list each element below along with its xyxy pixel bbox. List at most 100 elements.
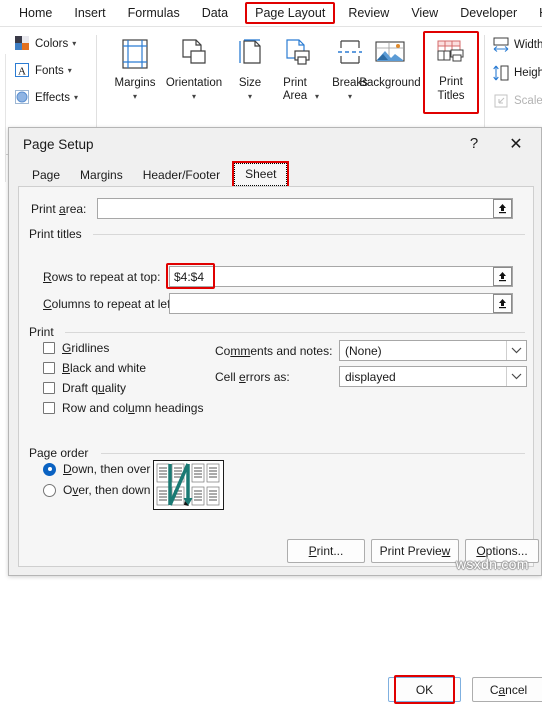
ribbon-tab-insert[interactable]: Insert: [65, 3, 114, 23]
rows-to-repeat-input[interactable]: $4:$4: [169, 266, 513, 287]
chevron-down-icon[interactable]: [506, 367, 526, 386]
ribbon-button-orientation[interactable]: Orientation ▾: [158, 37, 230, 103]
label-post: ality: [104, 381, 127, 395]
label-key: G: [62, 341, 72, 355]
ribbon-button-colors[interactable]: Colors ▾: [14, 35, 76, 52]
dialog-tab-page[interactable]: Page: [22, 165, 70, 186]
label-post: lack and white: [70, 361, 147, 375]
label-key: a: [498, 682, 506, 697]
checkbox-box[interactable]: [43, 362, 55, 374]
label-post: own, then over: [71, 462, 151, 476]
checkbox-black-and-white[interactable]: Black and white: [43, 361, 146, 375]
label-post: mn headings: [134, 401, 204, 415]
label-post: ptions...: [485, 544, 528, 558]
checkbox-box[interactable]: [43, 402, 55, 414]
ribbon-button-height[interactable]: Height: [492, 64, 542, 82]
ribbon-tab-view[interactable]: View: [402, 3, 447, 23]
ribbon-tab-home[interactable]: Home: [10, 3, 61, 23]
ribbon-button-print-titles[interactable]: Print Titles: [428, 39, 474, 103]
ribbon-tab-developer[interactable]: Developer: [451, 3, 526, 23]
ok-button[interactable]: OK: [388, 677, 461, 702]
print-area-collapse-button[interactable]: [493, 199, 512, 218]
svg-text:A: A: [18, 66, 26, 78]
width-icon: [492, 36, 510, 54]
rows-to-repeat-collapse-button[interactable]: [493, 267, 512, 286]
chevron-down-icon[interactable]: ▾: [324, 90, 376, 103]
ribbon-tab-help[interactable]: Hel: [530, 3, 542, 23]
ribbon-button-margins-label: Margins: [114, 77, 156, 89]
chevron-down-icon[interactable]: ▾: [105, 90, 165, 103]
options-button[interactable]: Options...: [465, 539, 539, 563]
ribbon-button-background-label: Background: [359, 77, 421, 89]
radio-button[interactable]: [43, 483, 56, 497]
ribbon-tab-formulas[interactable]: Formulas: [119, 3, 189, 23]
dialog-titlebar[interactable]: Page Setup: [9, 128, 541, 161]
label-key: u: [98, 381, 105, 395]
radio-over-then-down[interactable]: Over, then down: [43, 483, 150, 497]
comments-and-notes-select[interactable]: (None): [339, 340, 527, 361]
ribbon-button-size-label: Size: [238, 77, 262, 89]
label-pre: Row and col: [62, 401, 129, 415]
dialog-tab-margins[interactable]: Margins: [70, 165, 133, 186]
close-icon[interactable]: ✕: [505, 134, 527, 154]
columns-to-repeat-collapse-button[interactable]: [493, 294, 512, 313]
print-titles-group-title: Print titles: [29, 227, 88, 241]
checkbox-box[interactable]: [43, 342, 55, 354]
print-area-label-post: rea:: [65, 202, 87, 216]
comments-and-notes-value: (None): [345, 343, 382, 358]
label-key: O: [476, 544, 486, 558]
print-button[interactable]: Print...: [287, 539, 365, 563]
chevron-down-icon[interactable]: ▾: [74, 93, 78, 102]
ribbon-tab-review[interactable]: Review: [339, 3, 398, 23]
dialog-tabstrip: Page Margins Header/Footer Sheet: [9, 161, 541, 188]
label-post: rint...: [316, 544, 344, 558]
print-area-input[interactable]: [97, 198, 513, 219]
chevron-down-icon[interactable]: ▾: [226, 90, 274, 103]
columns-to-repeat-input[interactable]: [169, 293, 513, 314]
rows-to-repeat-label-post: ows to repeat at top:: [51, 270, 161, 284]
print-titles-icon: [428, 39, 474, 73]
print-area-label-pre: Print: [31, 202, 60, 216]
chevron-down-icon[interactable]: ▾: [68, 66, 72, 75]
radio-down-then-over[interactable]: Down, then over: [43, 462, 150, 476]
checkbox-draft-quality-label: Draft quality: [62, 381, 126, 395]
ribbon-button-scale-label: Scale: [514, 95, 542, 107]
checkbox-row-and-column-headings[interactable]: Row and column headings: [43, 401, 203, 415]
checkbox-black-and-white-label: Black and white: [62, 361, 146, 375]
checkbox-gridlines-label: Gridlines: [62, 341, 109, 355]
chevron-down-icon[interactable]: ▾: [315, 92, 319, 101]
ribbon-tab-page-layout[interactable]: Page Layout: [245, 2, 336, 24]
ribbon-button-orientation-label: Orientation: [165, 77, 223, 89]
ribbon-button-width-label: Width:: [514, 39, 542, 51]
help-icon[interactable]: ?: [463, 135, 485, 152]
checkbox-gridlines[interactable]: Gridlines: [43, 341, 109, 355]
cancel-button[interactable]: Cancel: [472, 677, 542, 702]
chevron-down-icon[interactable]: ▾: [158, 90, 230, 103]
label-post: ncel: [505, 682, 528, 697]
ribbon-button-margins[interactable]: Margins ▾: [105, 37, 165, 103]
checkbox-draft-quality[interactable]: Draft quality: [43, 381, 126, 395]
label-pre: Co: [215, 344, 231, 358]
group-separator: [96, 35, 97, 131]
ribbon-button-print-area[interactable]: Print Area ▾: [268, 37, 326, 103]
label-key: D: [63, 462, 72, 476]
label-key: w: [441, 544, 451, 558]
ribbon-button-effects[interactable]: Effects ▾: [14, 89, 78, 106]
ok-button-label: OK: [415, 682, 434, 697]
ribbon-button-size[interactable]: Size ▾: [226, 37, 274, 103]
dialog-title: Page Setup: [23, 137, 94, 152]
radio-button[interactable]: [43, 462, 56, 476]
chevron-down-icon[interactable]: [506, 341, 526, 360]
chevron-down-icon[interactable]: ▾: [72, 39, 76, 48]
dialog-tab-sheet[interactable]: Sheet: [232, 161, 290, 188]
ribbon-button-background[interactable]: Background: [352, 37, 428, 90]
checkbox-box[interactable]: [43, 382, 55, 394]
cell-errors-select[interactable]: displayed: [339, 366, 527, 387]
dialog-tab-header-footer[interactable]: Header/Footer: [133, 165, 230, 186]
ribbon-button-width[interactable]: Width:: [492, 36, 542, 54]
checkbox-row-and-column-headings-label: Row and column headings: [62, 401, 203, 415]
ribbon-tab-data[interactable]: Data: [193, 3, 237, 23]
label-pre: Cell: [215, 370, 240, 384]
ribbon-button-fonts[interactable]: A Fonts ▾: [14, 62, 72, 79]
print-preview-button[interactable]: Print Previe w: [371, 539, 459, 563]
